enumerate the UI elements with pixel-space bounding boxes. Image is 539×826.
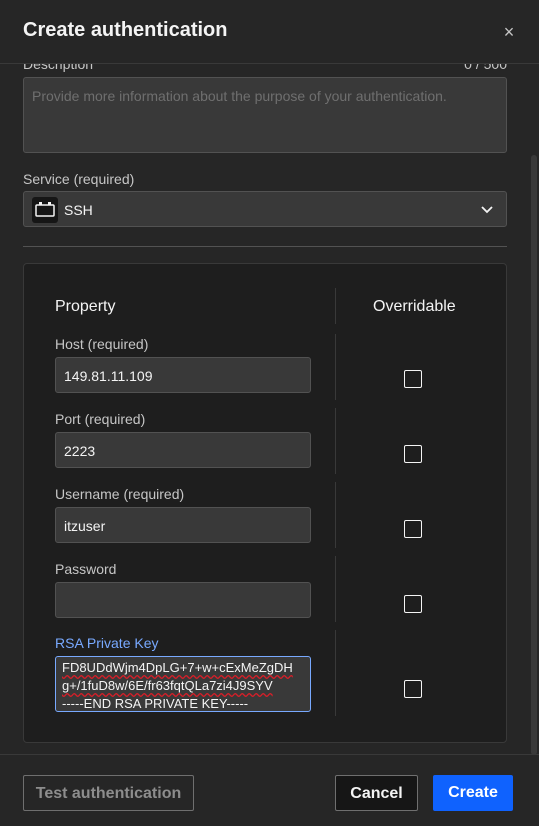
service-value: SSH: [64, 202, 93, 218]
service-select[interactable]: SSH: [23, 191, 507, 227]
port-label: Port (required): [55, 411, 146, 427]
column-divider: [335, 408, 336, 474]
rsa-key-line: FD8UDdWjm4DpLG+7+w+cExMeZgDH: [62, 660, 293, 675]
username-overridable-checkbox[interactable]: [404, 520, 422, 538]
column-divider: [335, 482, 336, 548]
ssh-terminal-icon: [32, 197, 58, 223]
test-authentication-button[interactable]: Test authentication: [23, 775, 194, 811]
column-divider: [335, 556, 336, 622]
scrollbar[interactable]: [531, 155, 537, 755]
cancel-button[interactable]: Cancel: [335, 775, 418, 811]
properties-panel: Property Overridable Host (required) 149…: [23, 263, 507, 743]
rsa-private-key-textarea[interactable]: FD8UDdWjm4DpLG+7+w+cExMeZgDH g+/1fuD8w/6…: [55, 656, 311, 712]
host-overridable-checkbox[interactable]: [404, 370, 422, 388]
column-divider: [335, 334, 336, 400]
modal-header: Create authentication ×: [0, 0, 539, 64]
rsa-key-overridable-checkbox[interactable]: [404, 680, 422, 698]
rsa-key-line: -----END RSA PRIVATE KEY-----: [62, 696, 249, 711]
chevron-down-icon: [481, 206, 493, 214]
description-label: Description: [23, 64, 94, 72]
host-input[interactable]: 149.81.11.109: [55, 357, 311, 393]
service-label: Service (required): [23, 171, 135, 187]
column-divider: [335, 630, 336, 716]
create-button[interactable]: Create: [433, 775, 513, 811]
modal-body: Description 0 / 500 Provide more informa…: [0, 64, 539, 754]
overridable-column-header: Overridable: [373, 298, 456, 315]
host-label: Host (required): [55, 336, 149, 352]
password-label: Password: [55, 561, 117, 577]
description-counter: 0 / 500: [464, 64, 507, 72]
password-input[interactable]: [55, 582, 311, 618]
username-label: Username (required): [55, 486, 185, 502]
modal-footer: Test authentication Cancel Create: [0, 754, 539, 826]
username-input[interactable]: itzuser: [55, 507, 311, 543]
rsa-key-line: g+/1fuD8w/6E/fr63fqtQLa7zi4J9SYV: [62, 678, 273, 693]
port-input[interactable]: 2223: [55, 432, 311, 468]
modal-title: Create authentication: [23, 19, 228, 41]
column-divider: [335, 288, 336, 324]
section-divider: [23, 246, 507, 247]
password-overridable-checkbox[interactable]: [404, 595, 422, 613]
rsa-private-key-label: RSA Private Key: [55, 635, 159, 651]
description-textarea[interactable]: Provide more information about the purpo…: [23, 77, 507, 153]
create-authentication-modal: Create authentication × Description 0 / …: [0, 0, 539, 826]
property-column-header: Property: [55, 298, 116, 315]
port-overridable-checkbox[interactable]: [404, 445, 422, 463]
close-icon[interactable]: ×: [497, 20, 521, 44]
